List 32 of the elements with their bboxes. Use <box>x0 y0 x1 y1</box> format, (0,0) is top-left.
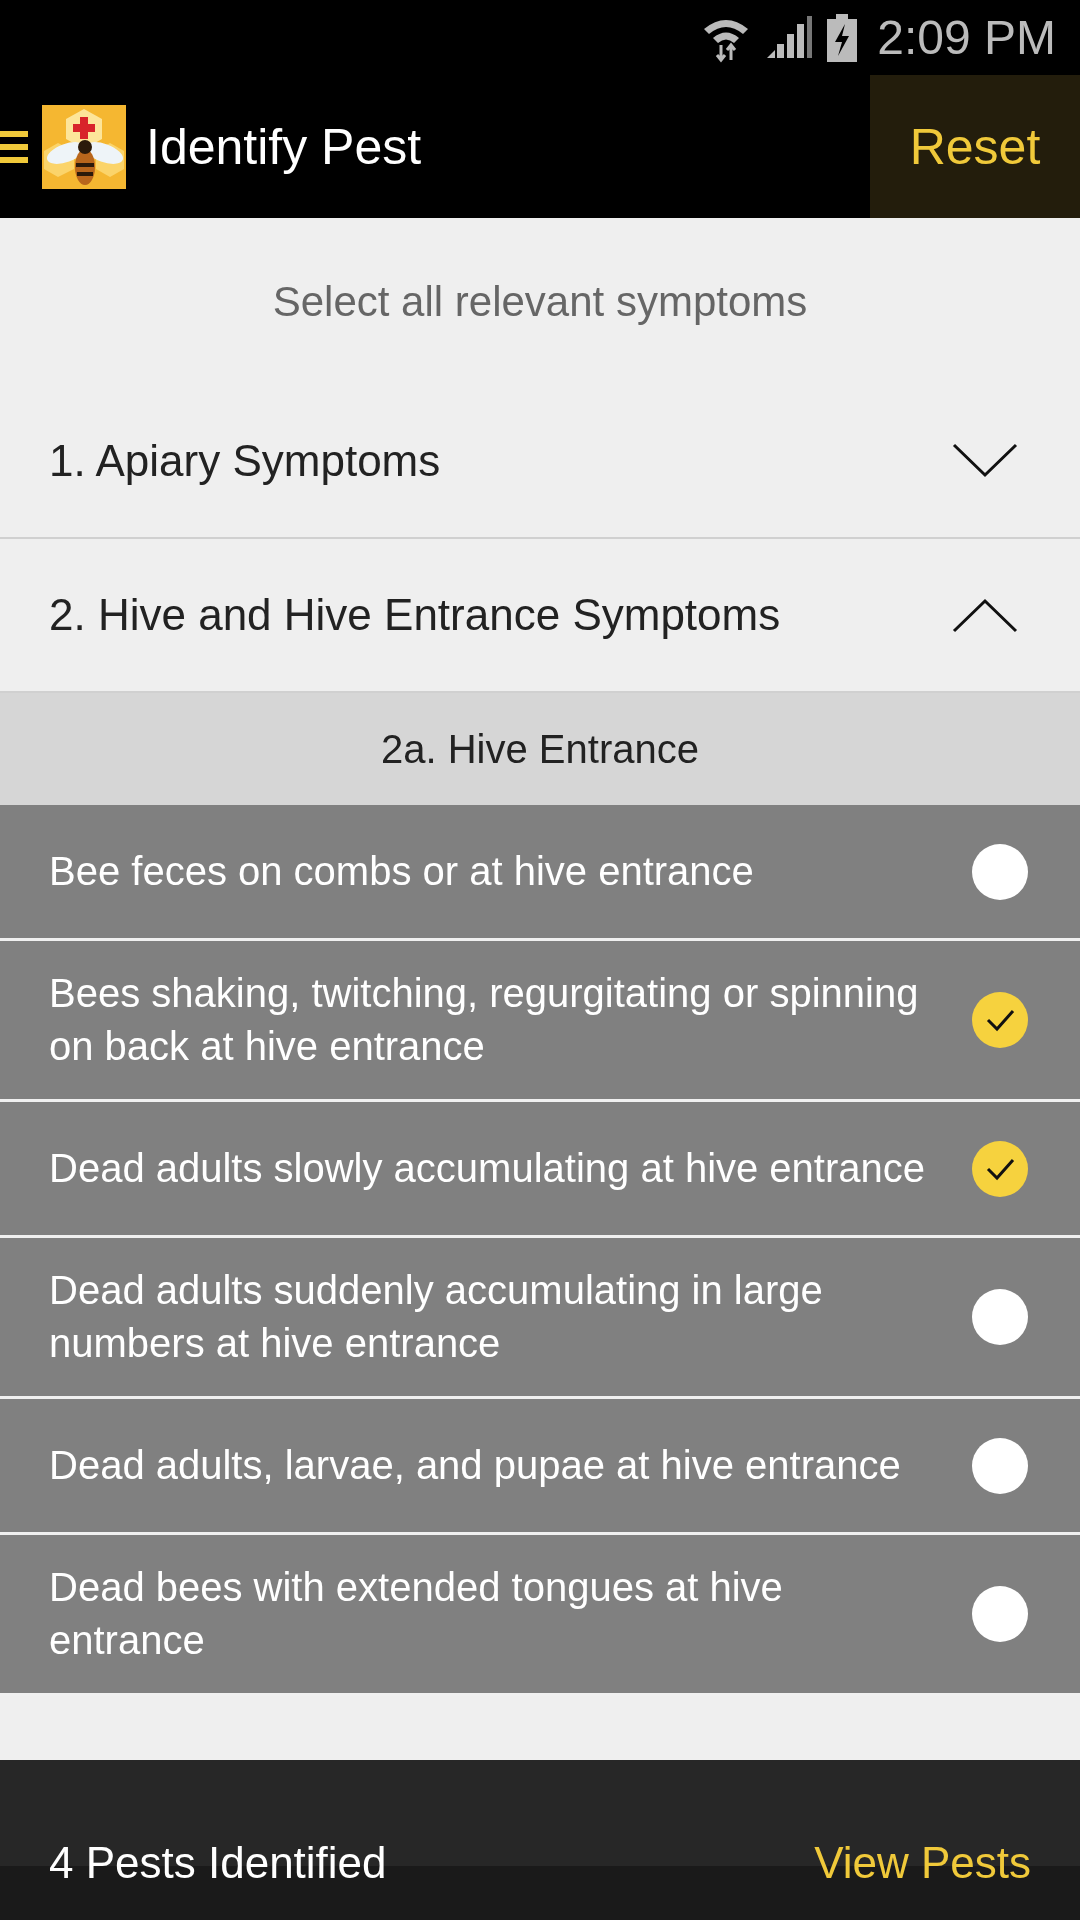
symptom-text: Bees shaking, twitching, regurgitating or spinning on back at hive entrance <box>49 970 920 1070</box>
signal-icon <box>765 15 814 60</box>
bee-logo-icon <box>42 104 126 189</box>
section-title: 2. Hive and Hive Entrance Symptoms <box>49 590 781 640</box>
symptom-row[interactable]: Bee feces on combs or at hive entrance <box>0 805 1080 941</box>
reset-button[interactable]: Reset <box>870 75 1080 218</box>
chevron-down-icon <box>952 443 1018 479</box>
view-pests-button[interactable]: View Pests <box>814 1838 1031 1888</box>
app-title: Identify Pest <box>146 117 423 176</box>
checkbox[interactable] <box>972 1289 1028 1345</box>
status-time: 2:09 PM <box>877 10 1056 65</box>
checkbox[interactable] <box>972 1140 1028 1197</box>
checkbox[interactable] <box>972 1586 1028 1642</box>
section-title: 1. Apiary Symptoms <box>49 436 441 486</box>
symptom-row[interactable]: Dead adults slowly accumulating at hive entrance <box>0 1102 1080 1238</box>
symptom-text: Dead adults suddenly accumulating in large numbers at hive entrance <box>49 1267 824 1367</box>
symptom-row[interactable]: Dead bees with extended tongues at hive entrance <box>0 1535 1080 1696</box>
symptom-row[interactable]: Dead adults suddenly accumulating in large numbers at hive entrance <box>0 1238 1080 1399</box>
checkbox[interactable] <box>972 992 1028 1048</box>
symptom-text: Dead adults, larvae, and pupae at hive entrance <box>49 1442 901 1489</box>
symptom-text: Dead bees with extended tongues at hive entrance <box>49 1564 784 1664</box>
instruction-text: Select all relevant symptoms <box>271 276 809 327</box>
symptom-row[interactable]: Bees shaking, twitching, regurgitating or spinning on back at hive entrance <box>0 941 1080 1102</box>
checkbox[interactable] <box>972 843 1028 900</box>
checkbox[interactable] <box>972 1437 1028 1494</box>
chevron-up-icon <box>952 597 1018 633</box>
subsection-header: 2a. Hive Entrance <box>0 693 1080 805</box>
symptom-text: Bee feces on combs or at hive entrance <box>49 848 754 895</box>
pests-count: 4 Pests Identified <box>49 1838 387 1888</box>
symptom-text: Dead adults slowly accumulating at hive entrance <box>49 1145 926 1192</box>
battery-icon <box>827 13 858 62</box>
symptom-row[interactable]: Dead adults, larvae, and pupae at hive entrance <box>0 1399 1080 1535</box>
